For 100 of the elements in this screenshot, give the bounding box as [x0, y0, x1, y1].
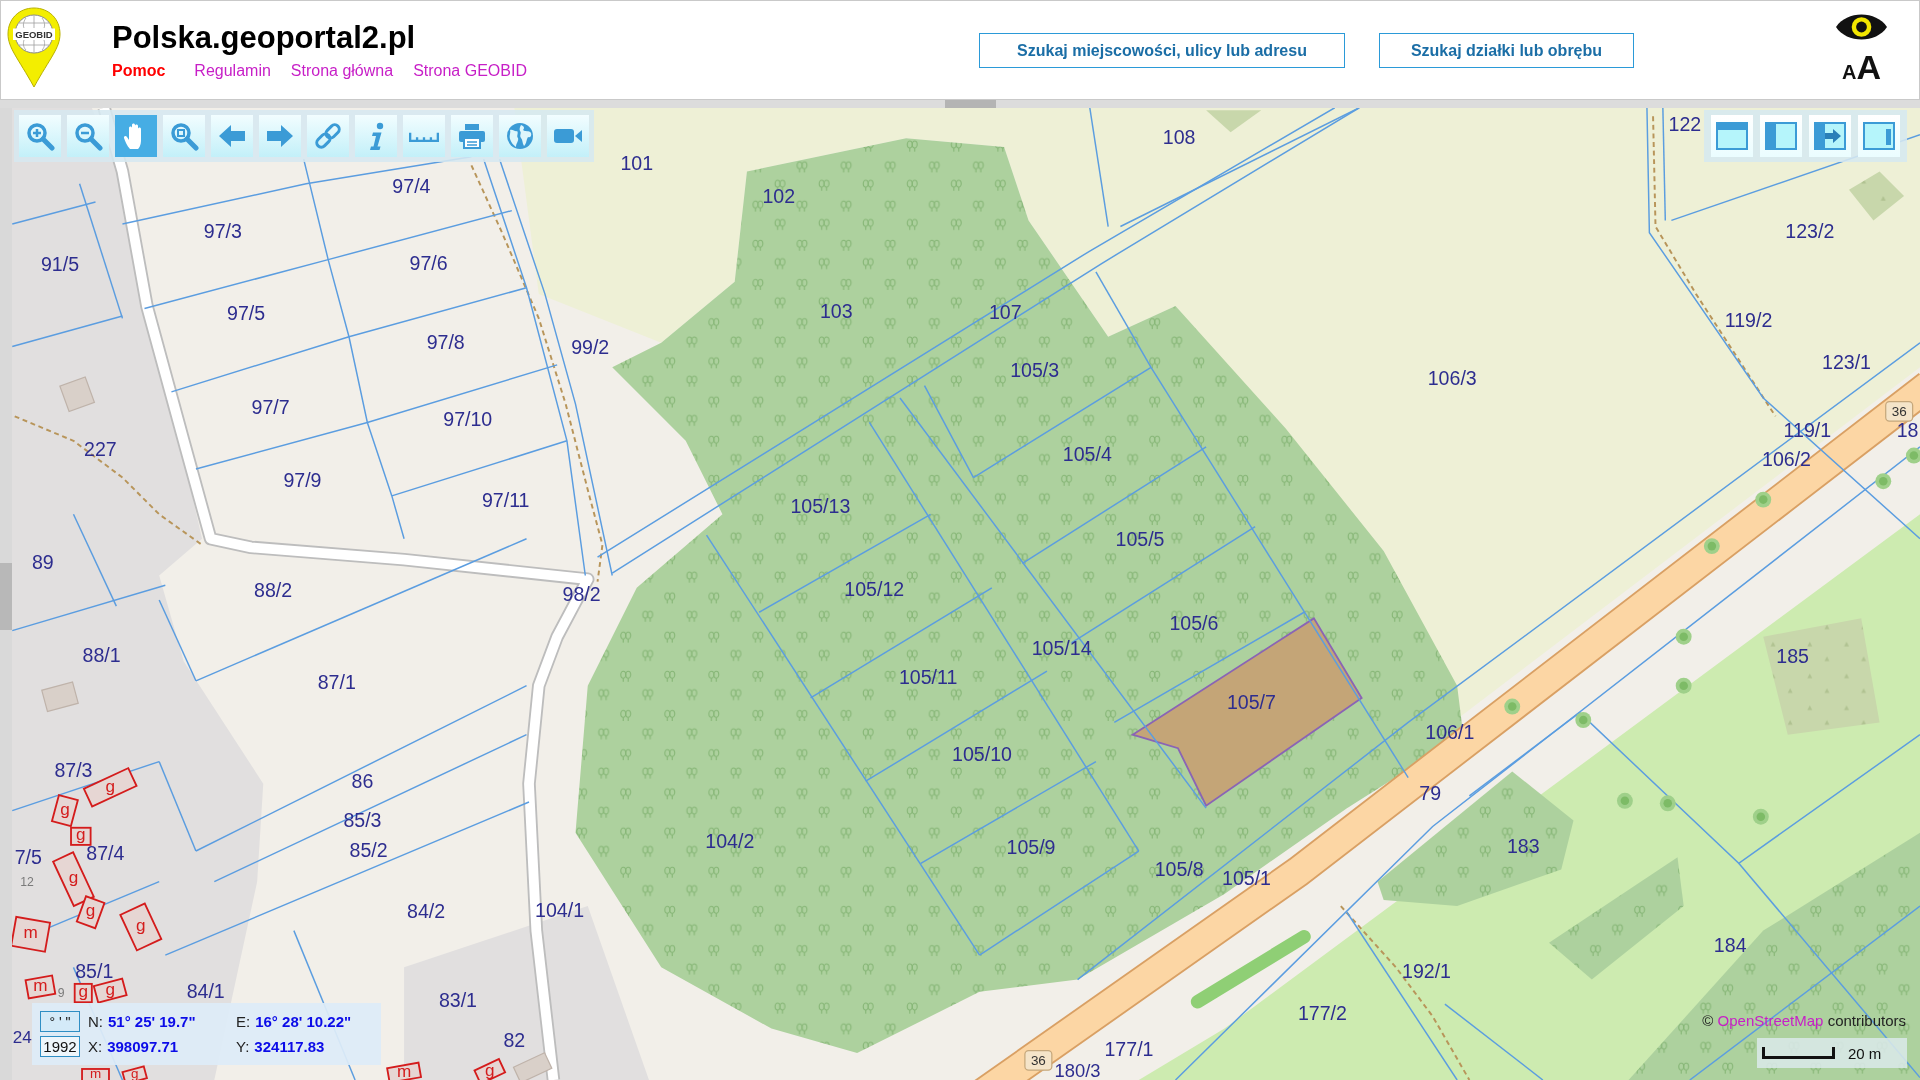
left-panel-layout-icon: [1764, 121, 1798, 151]
top-panel-layout-icon: [1715, 121, 1749, 151]
parcel-number: 84/1: [186, 980, 225, 1003]
parcel-number: 7/5: [14, 846, 42, 869]
parcel-number: 227: [84, 438, 117, 461]
parcel-number: 108: [1162, 126, 1196, 149]
parcel-number: 84/2: [407, 900, 446, 922]
logo-text: GEOBID: [15, 28, 53, 40]
parcel-number: 192/1: [1402, 960, 1452, 982]
scrollbar-thumb[interactable]: [0, 563, 12, 630]
zoom-in-tool-button[interactable]: [19, 115, 61, 157]
attribution-text: © OpenStreetMap contributors: [1702, 1012, 1906, 1030]
coordinate-value: 398097.71: [107, 1038, 179, 1055]
parcel-number: 99/2: [571, 335, 610, 358]
layout-button[interactable]: [1711, 115, 1753, 157]
zoom-in-icon: [25, 121, 55, 151]
coordinate-system-button[interactable]: 1992: [40, 1036, 80, 1057]
layout-button[interactable]: [1809, 115, 1851, 157]
parcel-number: 105/11: [898, 666, 958, 689]
parcel-number: 104/2: [705, 830, 755, 853]
header-link[interactable]: Strona główna: [290, 61, 394, 81]
parcel-number: 103: [820, 300, 853, 322]
parcel-number: 97/3: [203, 220, 242, 243]
building-type-label: m: [23, 922, 38, 943]
tree-marker-icon: [1703, 538, 1720, 555]
zoom-box-icon: [169, 121, 199, 151]
parcel-number: 82: [503, 1028, 526, 1051]
layout-button[interactable]: [1760, 115, 1802, 157]
coordinate-value: 16° 28' 10.22": [255, 1013, 352, 1030]
info-icon: [368, 121, 384, 151]
link-tool-button[interactable]: [307, 115, 349, 157]
parcel-number: 104/1: [535, 898, 585, 921]
print-tool-button[interactable]: [451, 115, 493, 157]
parcel-number: 180/3: [1054, 1059, 1101, 1080]
tree-marker-icon: [1659, 795, 1676, 812]
measure-tool-button[interactable]: [403, 115, 445, 157]
video-icon: [553, 128, 583, 144]
house-number: 12: [20, 874, 34, 889]
tree-marker-icon: [1616, 792, 1633, 809]
building-type-label: m: [33, 975, 48, 996]
search-button[interactable]: Szukaj miejscowości, ulicy lub adresu: [979, 33, 1345, 68]
info-tool-button[interactable]: [355, 115, 397, 157]
coordinate-label: N:: [88, 1013, 103, 1030]
parcel-number: 97/6: [409, 252, 448, 275]
parcel-number: 88/1: [82, 644, 121, 667]
pan-tool-button[interactable]: [115, 115, 157, 157]
scale-label: 20 m: [1848, 1044, 1882, 1062]
left-panel-collapse-layout-icon: [1813, 121, 1847, 151]
selected-parcel[interactable]: [1130, 617, 1363, 808]
forward-tool-button[interactable]: [259, 115, 301, 157]
video-tool-button[interactable]: [547, 115, 589, 157]
parcel-number: 79: [1419, 782, 1442, 805]
parcel-number: 177/2: [1297, 1001, 1347, 1024]
header-link[interactable]: Pomoc: [112, 61, 166, 81]
parcel-number: 105/9: [1006, 836, 1056, 859]
layout-button[interactable]: [1858, 115, 1900, 157]
parcel-number: 183: [1506, 835, 1540, 858]
parcel-number: 105/3: [1010, 358, 1060, 381]
building-type-label: g: [78, 981, 89, 1002]
globe-tool-button[interactable]: [499, 115, 541, 157]
tree-marker-icon: [1675, 628, 1692, 645]
road-number: 36: [1030, 1052, 1046, 1068]
link-icon: [313, 121, 343, 151]
scale-bar-icon: [1762, 1047, 1835, 1059]
parcel-number: 177/1: [1104, 1038, 1154, 1061]
road-shield: [1885, 401, 1914, 422]
tree-marker-icon: [1504, 698, 1521, 715]
building-type-label: m: [396, 1060, 412, 1080]
parcel-number: 184: [1713, 934, 1747, 957]
header-link[interactable]: Regulamin: [194, 61, 271, 81]
scrollbar-thumb[interactable]: [945, 100, 996, 108]
zoom-box-tool-button[interactable]: [163, 115, 205, 157]
vertical-scrollbar[interactable]: [0, 108, 12, 1080]
tree-marker-icon: [1575, 712, 1592, 728]
parcel-number: 106/3: [1427, 367, 1477, 390]
parcel-number: 98/2: [562, 582, 601, 605]
parcel-number: 105/13: [790, 494, 851, 517]
building-outline: [24, 974, 57, 1000]
search-button[interactable]: Szukaj działki lub obrębu: [1379, 33, 1634, 68]
scrub-area: [1849, 171, 1905, 221]
parcel-number: 97/7: [251, 395, 290, 418]
back-tool-button[interactable]: [211, 115, 253, 157]
header-link[interactable]: Strona GEOBID: [413, 61, 527, 81]
attribution-link[interactable]: OpenStreetMap: [1717, 1012, 1824, 1029]
parcel-number: 97/10: [443, 407, 493, 430]
zoom-out-tool-button[interactable]: [67, 115, 109, 157]
site-title: Polska.geoportal2.pl: [112, 21, 416, 55]
text-size-button[interactable]: AA: [1842, 51, 1881, 88]
tree-marker-icon: [1755, 491, 1772, 508]
building-type-label: g: [76, 824, 86, 845]
tree-marker-icon: [1675, 677, 1692, 694]
parcel-number: 102: [762, 184, 796, 207]
parcel-number: 86: [351, 770, 374, 793]
coordinate-format-button[interactable]: ° ' ": [40, 1011, 80, 1032]
tree-marker-icon: [1905, 447, 1920, 464]
parcel-number: 107: [988, 301, 1022, 324]
building-type-label: g: [85, 900, 96, 921]
horizontal-scrollbar[interactable]: [0, 100, 1920, 108]
building-type-label: m: [89, 1065, 102, 1080]
parcel-number: 123/1: [1822, 351, 1872, 374]
